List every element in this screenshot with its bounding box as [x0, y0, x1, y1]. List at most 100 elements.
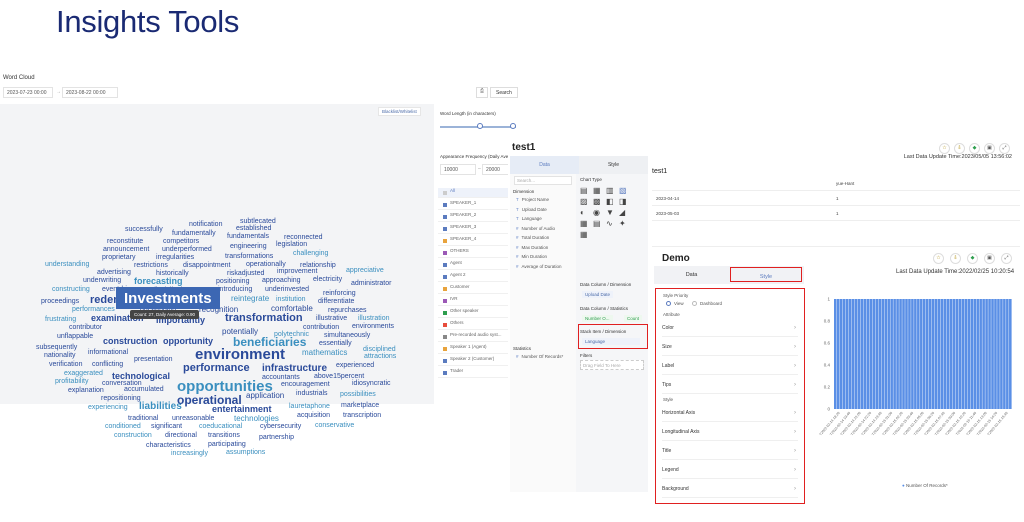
cloud-word[interactable]: characteristics: [146, 442, 191, 449]
attribute-item[interactable]: Tips ›: [662, 377, 798, 394]
chart-type-icon[interactable]: ▩: [593, 197, 601, 206]
bar[interactable]: [884, 299, 887, 409]
bar[interactable]: [1000, 299, 1003, 409]
bar[interactable]: [896, 299, 899, 409]
bar[interactable]: [970, 299, 974, 409]
bar[interactable]: [834, 299, 837, 409]
bar[interactable]: [911, 299, 914, 409]
cloud-word[interactable]: introducing: [218, 286, 252, 293]
attribute-item[interactable]: Size ›: [662, 339, 798, 356]
cloud-word[interactable]: subtlecated: [240, 218, 276, 225]
speaker-item[interactable]: SPEAKER_2: [438, 212, 508, 222]
share-icon[interactable]: ◆: [967, 253, 978, 264]
cloud-word[interactable]: proceedings: [41, 298, 79, 305]
cloud-word[interactable]: cybersecurity: [260, 423, 301, 430]
cloud-word[interactable]: legislation: [276, 241, 307, 248]
attribute-item[interactable]: Label ›: [662, 358, 798, 375]
search-button[interactable]: Search: [490, 87, 518, 98]
cloud-word[interactable]: repositioning: [101, 395, 141, 402]
cloud-word[interactable]: reinforcing: [323, 290, 356, 297]
speaker-item[interactable]: Agent: [438, 260, 508, 270]
cloud-word[interactable]: construction: [114, 432, 152, 439]
slider-max-handle[interactable]: [510, 123, 516, 129]
speaker-item[interactable]: IVR: [438, 296, 508, 306]
bar[interactable]: [845, 299, 849, 409]
cloud-word[interactable]: performance: [183, 363, 250, 374]
cloud-word[interactable]: directional: [165, 432, 197, 439]
bar[interactable]: [997, 299, 1000, 409]
chart-type-icon[interactable]: ▥: [606, 186, 614, 195]
tab-style[interactable]: Style: [579, 156, 648, 174]
speaker-item[interactable]: Others: [438, 320, 508, 330]
cloud-word[interactable]: repurchases: [328, 307, 367, 314]
bar[interactable]: [994, 299, 997, 409]
bar[interactable]: [902, 299, 905, 409]
cloud-word[interactable]: unreasonable: [172, 415, 214, 422]
chart-type-icon[interactable]: ▤: [580, 186, 588, 195]
speaker-item[interactable]: SPEAKER_1: [438, 200, 508, 210]
chart-type-icon[interactable]: ✦: [619, 219, 626, 228]
bar[interactable]: [943, 299, 947, 409]
cloud-word[interactable]: unflappable: [57, 333, 93, 340]
cloud-word[interactable]: subsequently: [36, 344, 77, 351]
bar[interactable]: [1003, 299, 1006, 409]
cloud-word[interactable]: nationality: [44, 352, 76, 359]
cloud-word[interactable]: improvement: [277, 268, 317, 275]
bar[interactable]: [854, 299, 858, 409]
speaker-item[interactable]: Agent 2: [438, 272, 508, 282]
expand-icon[interactable]: ⤢: [1001, 253, 1012, 264]
bar[interactable]: [988, 299, 991, 409]
cloud-word[interactable]: fundamentally: [172, 230, 216, 237]
chart-type-icon[interactable]: ▨: [580, 197, 588, 206]
speaker-item[interactable]: Customer: [438, 284, 508, 294]
dimension-field[interactable]: T Project Name: [516, 197, 549, 202]
cloud-word[interactable]: application: [246, 392, 284, 400]
bar[interactable]: [839, 299, 843, 409]
cloud-word[interactable]: marketplace: [341, 402, 379, 409]
cloud-word[interactable]: riskadjusted: [227, 270, 264, 277]
speaker-item[interactable]: Speaker 2 (Customer): [438, 356, 508, 366]
cloud-word[interactable]: institution: [276, 296, 306, 303]
highlighted-word[interactable]: Investments: [116, 287, 220, 309]
bar[interactable]: [934, 299, 938, 409]
chart-type-icon[interactable]: ◢: [619, 208, 625, 217]
download-icon[interactable]: ⇩: [954, 143, 965, 154]
bar[interactable]: [976, 299, 979, 409]
cloud-word[interactable]: proprietary: [102, 254, 135, 261]
bar[interactable]: [863, 299, 867, 409]
cloud-word[interactable]: conflicting: [92, 361, 123, 368]
cloud-word[interactable]: illustration: [358, 315, 390, 322]
cloud-word[interactable]: underwriting: [83, 277, 121, 284]
date-end-input[interactable]: 2023-08-22 00:00: [62, 87, 118, 98]
cloud-word[interactable]: transitions: [208, 432, 240, 439]
cloud-word[interactable]: experienced: [336, 362, 374, 369]
cloud-word[interactable]: conservative: [315, 422, 354, 429]
chart-type-icon[interactable]: ▧: [619, 186, 627, 195]
cloud-word[interactable]: illustrative: [316, 315, 347, 322]
bar[interactable]: [949, 299, 953, 409]
cloud-word[interactable]: announcement: [103, 246, 149, 253]
bar[interactable]: [887, 299, 890, 409]
chart-type-icon[interactable]: ▦: [593, 186, 601, 195]
bar[interactable]: [920, 299, 923, 409]
bar[interactable]: [982, 299, 985, 409]
bar[interactable]: [955, 299, 959, 409]
bar[interactable]: [890, 299, 893, 409]
bar[interactable]: [881, 299, 885, 409]
speaker-item[interactable]: Pre-recorded audio syst...: [438, 332, 508, 342]
cloud-word[interactable]: reconstitute: [107, 238, 143, 245]
dimension-field[interactable]: T Language: [516, 216, 542, 221]
view-radio[interactable]: [666, 301, 671, 306]
bar[interactable]: [1009, 299, 1012, 409]
cloud-word[interactable]: opportunity: [163, 337, 213, 346]
cloud-word[interactable]: experiencing: [88, 404, 128, 411]
bar[interactable]: [866, 299, 870, 409]
cloud-word[interactable]: presentation: [134, 356, 173, 363]
speaker-item[interactable]: Other speaker: [438, 308, 508, 318]
cloud-word[interactable]: administrator: [351, 280, 391, 287]
bar[interactable]: [923, 299, 926, 409]
cloud-word[interactable]: contributor: [69, 324, 102, 331]
bar[interactable]: [905, 299, 908, 409]
chart-type-icon[interactable]: ▼: [606, 208, 614, 217]
dimension-field[interactable]: # Total Duration: [516, 235, 549, 240]
